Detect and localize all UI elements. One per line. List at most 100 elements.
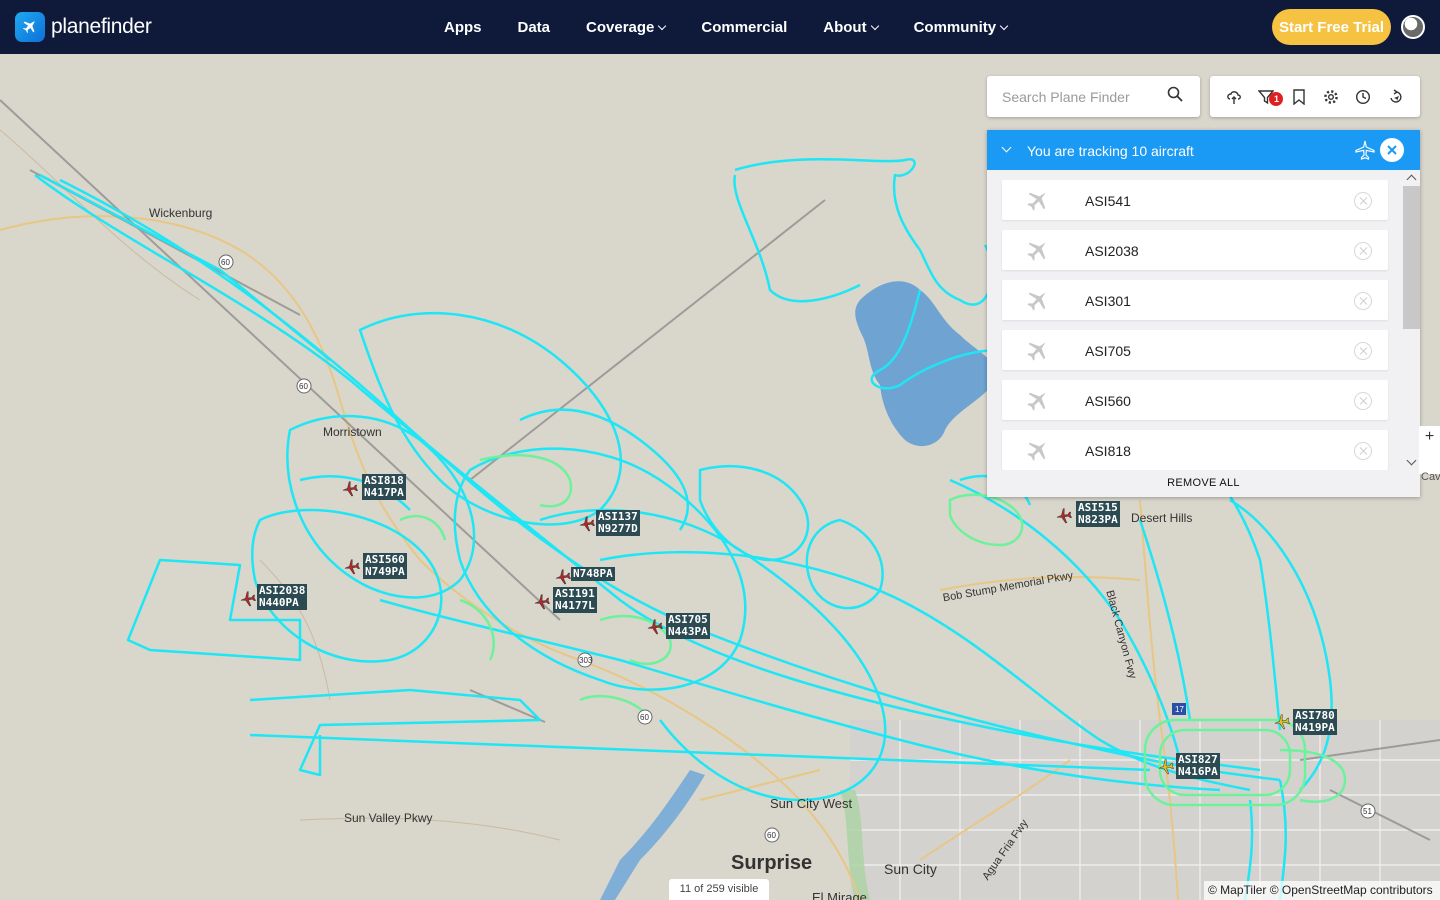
svg-text:51: 51 [1363,807,1372,816]
tracked-aircraft-row[interactable]: ASI818 [1002,430,1388,470]
aircraft-callsign: ASI818 [1085,443,1131,459]
svg-text:303: 303 [579,656,593,665]
planefinder-logo[interactable]: planefinder [15,12,152,42]
place-label: Sun City West [770,796,853,811]
filter-icon[interactable]: 1 [1255,86,1284,108]
place-label: Desert Hills [1131,511,1193,525]
aircraft-marker-icon[interactable] [240,591,256,607]
aircraft-icon [1026,238,1050,267]
aircraft-callsign: ASI2038 [1085,243,1139,259]
close-panel-button[interactable] [1380,138,1404,162]
aircraft-marker-icon[interactable] [342,481,358,497]
svg-text:60: 60 [299,382,308,391]
aircraft-label[interactable]: ASI780 N419PA [1293,709,1337,735]
playback-icon[interactable] [1385,86,1407,108]
remove-aircraft-icon[interactable] [1354,292,1372,310]
nav-data[interactable]: Data [518,19,551,36]
aircraft-icon [1026,288,1050,317]
remove-aircraft-icon[interactable] [1354,342,1372,360]
aircraft-marker-icon[interactable] [1158,759,1174,775]
map-toolbar: 1 [1210,76,1420,117]
remove-aircraft-icon[interactable] [1354,242,1372,260]
aircraft-marker-icon[interactable] [555,569,571,585]
zoom-in-button[interactable]: + [1419,428,1440,446]
tracking-title: You are tracking 10 aircraft [1027,143,1194,159]
search-box [987,76,1200,117]
visible-aircraft-count: 11 of 259 visible [669,879,769,900]
aircraft-label[interactable]: ASI515 N823PA [1076,501,1120,527]
remove-aircraft-icon[interactable] [1354,192,1372,210]
zoom-control: + [1419,426,1440,474]
top-navbar: planefinder Apps Data Coverage Commercia… [0,0,1440,54]
tracked-aircraft-list: ASI541 ASI2038 ASI301 ASI705 ASI560 ASI8… [987,170,1420,470]
place-label: Sun City [884,861,937,877]
aircraft-label[interactable]: ASI827 N416PA [1176,753,1220,779]
user-avatar[interactable] [1401,15,1425,39]
aircraft-label[interactable]: ASI2038 N440PA [257,584,308,610]
aircraft-icon [1026,188,1050,217]
collapse-chevron-icon[interactable] [1001,142,1012,153]
aircraft-icon [1026,388,1050,417]
search-input[interactable] [1002,88,1167,105]
nav-coverage[interactable]: Coverage [586,18,667,36]
list-scrollbar-thumb[interactable] [1403,186,1420,329]
settings-icon[interactable] [1320,86,1342,108]
aircraft-label[interactable]: ASI137 N9277D [596,510,640,536]
aircraft-label[interactable]: N748PA [571,567,615,581]
bookmark-icon[interactable] [1288,86,1310,108]
place-label: Morristown [323,425,382,439]
nav-apps[interactable]: Apps [444,19,482,36]
svg-text:60: 60 [640,713,649,722]
chevron-down-icon [658,21,667,30]
nav-label: Commercial [701,18,788,36]
tracked-aircraft-row[interactable]: ASI705 [1002,330,1388,370]
aircraft-callsign: ASI301 [1085,293,1131,309]
chevron-down-icon [870,21,879,30]
nav-about[interactable]: About [823,18,879,36]
aircraft-marker-icon[interactable] [1274,714,1290,730]
svg-text:60: 60 [221,258,230,267]
tracked-aircraft-row[interactable]: ASI301 [1002,280,1388,320]
svg-text:17: 17 [1175,705,1184,714]
aircraft-icon [1026,338,1050,367]
aircraft-callsign: ASI560 [1085,393,1131,409]
aircraft-marker-icon[interactable] [534,594,550,610]
aircraft-marker-icon[interactable] [344,559,360,575]
nav-community[interactable]: Community [914,19,1009,36]
weather-icon[interactable] [1223,86,1245,108]
place-label: Sun Valley Pkwy [344,811,433,825]
tracked-aircraft-row[interactable]: ASI541 [1002,180,1388,220]
aircraft-icon [1026,438,1050,467]
aircraft-label[interactable]: ASI705 N443PA [666,613,710,639]
nav-label: About [823,18,867,36]
nav-label: Coverage [586,18,655,36]
search-icon[interactable] [1167,86,1183,107]
aircraft-callsign: ASI705 [1085,343,1131,359]
aircraft-marker-icon[interactable] [647,619,663,635]
aircraft-label[interactable]: ASI560 N749PA [363,553,407,579]
plane-outline-icon[interactable] [1355,140,1375,165]
place-label: Cav [1421,471,1440,483]
remove-aircraft-icon[interactable] [1354,392,1372,410]
tracked-aircraft-row[interactable]: ASI560 [1002,380,1388,420]
aircraft-marker-icon[interactable] [1056,508,1072,524]
history-icon[interactable] [1352,86,1374,108]
filter-count-badge: 1 [1269,91,1284,106]
place-label: El Mirage [812,890,867,900]
place-label: Surprise [731,852,813,874]
nav-commercial[interactable]: Commercial [701,19,787,36]
aircraft-marker-icon[interactable] [579,516,595,532]
nav-label: Apps [444,18,482,36]
remove-all-button[interactable]: REMOVE ALL [987,470,1420,497]
aircraft-label[interactable]: ASI191 N4177L [553,587,597,613]
close-icon [1387,145,1397,155]
start-free-trial-button[interactable]: Start Free Trial [1272,9,1391,45]
remove-aircraft-icon[interactable] [1354,442,1372,460]
main-nav: Apps Data Coverage Commercial About Comm… [444,0,1043,54]
map-attribution[interactable]: © MapTiler © OpenStreetMap contributors [1204,881,1440,900]
chevron-down-icon [999,21,1009,30]
aircraft-label[interactable]: ASI818 N417PA [362,474,406,500]
svg-text:60: 60 [767,831,776,840]
logo-text: planefinder [51,15,152,38]
tracked-aircraft-row[interactable]: ASI2038 [1002,230,1388,270]
